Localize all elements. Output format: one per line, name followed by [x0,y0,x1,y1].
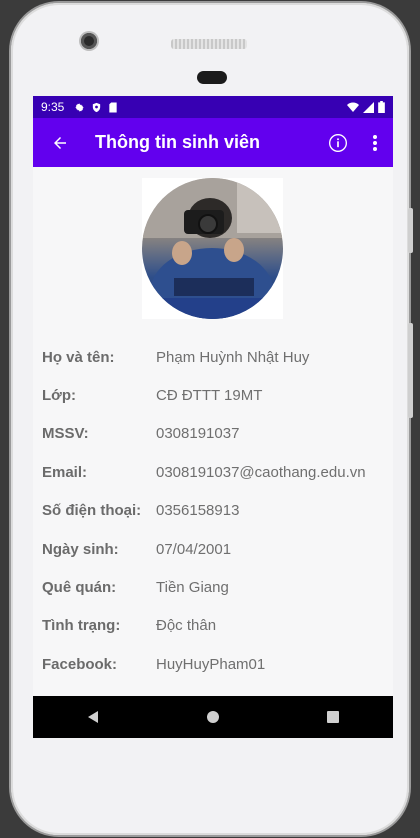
field-row-email: Email: 0308191037@caothang.edu.vn [42,453,393,491]
field-value: Phạm Huỳnh Nhật Huy [156,348,310,366]
field-label: Tình trạng: [42,617,121,635]
field-value: 0308191037@caothang.edu.vn [156,463,366,481]
nav-recents-button[interactable] [313,702,353,732]
field-label: Họ và tên: [42,348,115,366]
field-value: 0308191037 [156,425,240,443]
sd-card-icon [109,101,118,113]
content-area: Họ và tên: Phạm Huỳnh Nhật Huy Lớp: CĐ ĐTT… [33,167,393,696]
field-label: Quê quán: [42,579,117,597]
earpiece [197,71,227,84]
nav-home-button[interactable] [193,702,233,732]
field-label: Facebook: [42,655,118,673]
nav-back-button[interactable] [73,702,113,732]
app-bar: Thông tin sinh viên [33,118,393,167]
profile-details: Họ và tên: Phạm Huỳnh Nhật Huy Lớp: CĐ ĐTT… [42,338,393,684]
avatar [142,178,283,319]
settings-icon [75,102,84,112]
field-value: 0356158913 [156,502,240,520]
avatar-photo [142,178,283,319]
nav-recents-icon [327,711,339,723]
field-value: HuyHuyPham01 [156,655,266,673]
signal-icon [363,101,374,113]
info-icon [329,133,347,152]
system-nav-bar [33,696,393,738]
shield-icon [93,102,101,112]
field-row-student-id: MSSV: 0308191037 [42,415,393,453]
info-button[interactable] [321,126,355,160]
front-camera [81,33,97,49]
nav-back-icon [88,711,98,723]
field-row-hometown: Quê quán: Tiền Giang [42,568,393,606]
back-button[interactable] [47,130,73,156]
speaker-grill [171,39,247,49]
field-row-phone: Số điện thoại: 0356158913 [42,492,393,530]
field-label: Ngày sinh: [42,540,119,558]
screen: 9:35 Thông tin sinh viên Họ và tên: Phạm… [33,96,393,738]
more-vert-icon [373,134,377,151]
status-time: 9:35 [41,100,65,114]
avatar-container [142,178,283,319]
field-value: 07/04/2001 [156,540,232,558]
nav-home-icon [207,711,219,723]
field-label: Email: [42,463,88,481]
volume-button [408,208,413,253]
back-arrow-icon [54,136,66,149]
phone-frame: 9:35 Thông tin sinh viên Họ và tên: Phạm… [11,3,413,835]
field-label: Số điện thoại: [42,502,142,520]
field-label: Lớp: [42,387,76,405]
status-bar: 9:35 [33,96,393,118]
field-value: Độc thân [156,617,217,635]
wifi-icon [347,102,359,112]
battery-icon [378,101,385,113]
page-title: Thông tin sinh viên [95,132,260,152]
field-value: CĐ ĐTTT 19MT [156,387,263,405]
more-options-button[interactable] [361,126,389,160]
field-row-class: Lớp: CĐ ĐTTT 19MT [42,376,393,414]
field-row-facebook: Facebook: HuyHuyPham01 [42,645,393,683]
field-value: Tiền Giang [156,579,229,597]
field-row-name: Họ và tên: Phạm Huỳnh Nhật Huy [42,338,393,376]
field-row-birthdate: Ngày sinh: 07/04/2001 [42,530,393,568]
field-label: MSSV: [42,425,89,443]
power-button [408,323,413,418]
field-row-status: Tình trạng: Độc thân [42,607,393,645]
